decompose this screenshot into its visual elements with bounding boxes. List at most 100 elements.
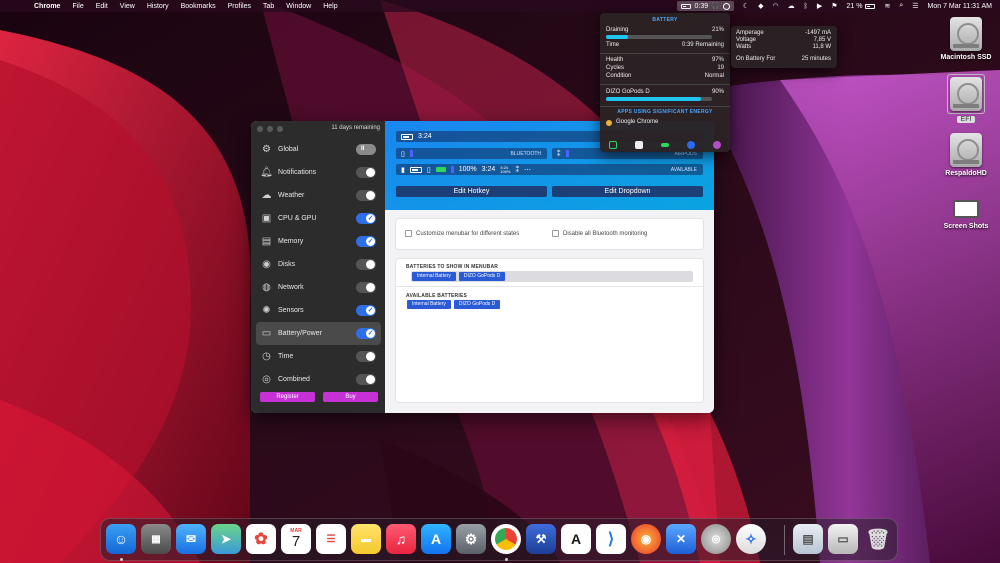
launchpad-icon[interactable]: ▦: [141, 524, 171, 554]
system-preferences-icon[interactable]: ⚙: [456, 524, 486, 554]
menu-profiles[interactable]: Profiles: [222, 3, 257, 10]
finder-icon[interactable]: ☺: [106, 524, 136, 554]
documents-folder-icon[interactable]: ▤: [793, 524, 823, 554]
dots-icon: ⋯: [523, 166, 531, 174]
drop-icon[interactable]: ◆: [758, 2, 763, 10]
bluetooth-icon[interactable]: [687, 140, 695, 149]
available-chip-internal[interactable]: Internal Battery: [407, 300, 451, 309]
safari-icon[interactable]: ✧: [736, 524, 766, 554]
settings-icon[interactable]: [635, 140, 643, 149]
wifi-status-icon[interactable]: ◠: [773, 2, 779, 10]
sidebar-item-weather[interactable]: ☁ Weather: [256, 184, 381, 207]
dvd-player-icon[interactable]: ◎: [701, 524, 731, 554]
menu-edit[interactable]: Edit: [90, 3, 114, 10]
calendar-icon[interactable]: MAR 7: [281, 524, 311, 554]
minimize-button[interactable]: [267, 126, 273, 132]
battery-chip-internal[interactable]: Internal Battery: [412, 272, 456, 281]
play-icon[interactable]: ▶: [817, 2, 822, 10]
sidebar-item-global[interactable]: ⚙ Global: [256, 138, 381, 161]
battery-percent-menu[interactable]: 21 %: [846, 3, 876, 10]
trash-icon[interactable]: 🗑: [863, 524, 893, 554]
mail-icon[interactable]: ✉: [176, 524, 206, 554]
instruments-icon[interactable]: ✕: [666, 524, 696, 554]
menubar-batteries-list[interactable]: Internal Battery DIZO GoPods D: [411, 271, 693, 282]
battery-chip-dizo[interactable]: DIZO GoPods D: [458, 272, 506, 281]
close-button[interactable]: [257, 126, 263, 132]
vscode-icon[interactable]: ⟩: [596, 524, 626, 554]
desktop-icon-efi[interactable]: EFI: [936, 74, 996, 123]
app-menu-icon[interactable]: [713, 140, 721, 149]
sidebar-item-disks[interactable]: ◉ Disks: [256, 253, 381, 276]
sidebar-item-network[interactable]: ◍ Network: [256, 276, 381, 299]
notes-icon[interactable]: ▬: [351, 524, 381, 554]
moon-status-icon[interactable]: ☾: [743, 2, 749, 10]
desktop-icon-respaldohd[interactable]: RespaldoHD: [936, 133, 996, 177]
menu-help[interactable]: Help: [317, 3, 343, 10]
desktop-icon-screen-shots[interactable]: Screen Shots: [936, 194, 996, 230]
flag-icon[interactable]: ⚑: [831, 2, 837, 10]
disable-bluetooth-option[interactable]: Disable all Bluetooth monitoring: [552, 230, 647, 237]
customize-menubar-option[interactable]: Customize menubar for different states: [405, 230, 519, 237]
sidebar-item-time[interactable]: ◷ Time: [256, 345, 381, 368]
battery-settings-icon[interactable]: [661, 142, 669, 147]
preview-row-bluetooth[interactable]: ▯ BLUETOOTH: [396, 148, 547, 159]
customize-checkbox[interactable]: [405, 230, 412, 237]
menu-file[interactable]: File: [66, 3, 89, 10]
combined-toggle[interactable]: [356, 374, 376, 385]
sidebar-item-notifications[interactable]: 🔔︎ Notifications: [256, 161, 381, 184]
sidebar-item-combined[interactable]: ◎ Combined: [256, 368, 381, 391]
date-time[interactable]: Mon 7 Mar 11:31 AM: [928, 3, 992, 10]
cpu-gpu-toggle[interactable]: [356, 213, 376, 224]
register-button[interactable]: Register: [260, 392, 315, 402]
menu-bookmarks[interactable]: Bookmarks: [175, 3, 222, 10]
sidebar-item-cpu-gpu[interactable]: ▣ CPU & GPU: [256, 207, 381, 230]
chip-icon: ▣: [261, 213, 272, 224]
bluetooth-status-icon[interactable]: ᛒ: [804, 3, 808, 10]
energy-app-row[interactable]: Google Chrome: [606, 119, 724, 126]
android-studio-icon[interactable]: A: [561, 524, 591, 554]
photos-icon[interactable]: ✿: [246, 524, 276, 554]
time-toggle[interactable]: [356, 351, 376, 362]
edit-hotkey-button[interactable]: Edit Hotkey: [396, 186, 547, 197]
cloud-icon[interactable]: ☁: [788, 2, 795, 10]
network-toggle[interactable]: [356, 282, 376, 293]
zoom-button[interactable]: [277, 126, 283, 132]
menu-tab[interactable]: Tab: [257, 3, 280, 10]
battery-power-toggle[interactable]: [356, 328, 376, 339]
memory-toggle[interactable]: [356, 236, 376, 247]
screenshot-stack-icon[interactable]: ▭: [828, 524, 858, 554]
disable-bluetooth-checkbox[interactable]: [552, 230, 559, 237]
weather-toggle[interactable]: [356, 190, 376, 201]
sidebar-item-sensors[interactable]: ✺ Sensors: [256, 299, 381, 322]
running-indicator: [505, 558, 508, 561]
app-store-icon[interactable]: A: [421, 524, 451, 554]
reminders-icon[interactable]: ☰: [316, 524, 346, 554]
battery-status-menu[interactable]: 0:39 🎧: [677, 1, 734, 11]
voltage-row: Voltage 7,85 V: [736, 37, 831, 43]
edit-dropdown-button[interactable]: Edit Dropdown: [552, 186, 703, 197]
chrome-app-icon[interactable]: [491, 524, 521, 554]
activity-icon[interactable]: [609, 140, 617, 149]
maps-icon[interactable]: ➤: [211, 524, 241, 554]
menu-app-name[interactable]: Chrome: [28, 3, 66, 10]
sidebar-item-memory[interactable]: ▤ Memory: [256, 230, 381, 253]
disks-toggle[interactable]: [356, 259, 376, 270]
firefox-icon[interactable]: ◉: [631, 524, 661, 554]
notifications-toggle[interactable]: [356, 167, 376, 178]
buy-button[interactable]: Buy: [323, 392, 378, 402]
desktop-icon-macintosh-ssd[interactable]: Macintosh SSD: [936, 17, 996, 61]
sidebar-item-battery-power[interactable]: ▭ Battery/Power: [256, 322, 381, 345]
pause-toggle[interactable]: [356, 144, 376, 155]
available-chip-dizo[interactable]: DIZO GoPods D: [453, 300, 501, 309]
preview-row-combined[interactable]: ▮ ▯ 100% 3:24 3:24 100% ⁑ ⋯ AVAILABLE: [396, 164, 703, 175]
menu-history[interactable]: History: [141, 3, 175, 10]
control-center-icon[interactable]: ☰: [912, 2, 918, 10]
xcode-icon[interactable]: ⚒: [526, 524, 556, 554]
desktop-icon-label: RespaldoHD: [945, 170, 987, 177]
search-icon[interactable]: ⌕: [899, 2, 903, 10]
wifi-icon[interactable]: ≋: [884, 2, 890, 10]
sensors-toggle[interactable]: [356, 305, 376, 316]
music-icon[interactable]: ♫: [386, 524, 416, 554]
menu-window[interactable]: Window: [280, 3, 317, 10]
menu-view[interactable]: View: [114, 3, 141, 10]
